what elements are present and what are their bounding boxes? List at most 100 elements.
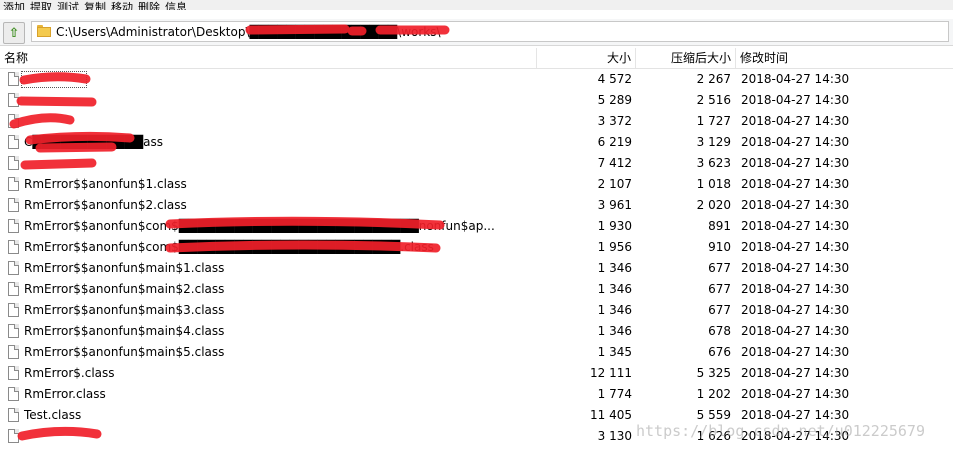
file-name: [0, 153, 537, 174]
file-size: 1 346: [597, 261, 632, 275]
file-name: RmError$$anonfun$main$1.class: [24, 261, 225, 275]
file-name: RmError$$anonfun$main$3.class: [24, 303, 225, 317]
file-packed-size: 676: [708, 345, 731, 359]
menu-add[interactable]: 添加: [3, 2, 25, 10]
file-row[interactable]: Test.class 11 405 5 559 2018-04-27 14:30: [0, 405, 953, 426]
column-header-size[interactable]: 大小: [537, 48, 636, 68]
file-packed-size: 5 325: [696, 366, 731, 380]
file-row[interactable]: RmError$$anonfun$main$5.class 1 345 676 201…: [0, 342, 953, 363]
file-name: C████████████ass: [24, 135, 163, 149]
file-row[interactable]: 3 130 1 626 2018-04-27 14:30: [0, 426, 953, 447]
file-name: RmError.class: [24, 387, 106, 401]
file-packed-size: 910: [708, 240, 731, 254]
file-size: 7 412: [597, 156, 632, 170]
file-row[interactable]: C████████████ass 6 219 3 129 2018-04-27 14:…: [0, 132, 953, 153]
address-bar: ⇧ C:\Users\Administrator\Desktop\███████…: [0, 19, 953, 46]
file-row[interactable]: RmError$$anonfun$1.class 2 107 1 018 2018-0…: [0, 174, 953, 195]
file-row[interactable]: RmError$$anonfun$main$2.class 1 346 677 201…: [0, 279, 953, 300]
file-row[interactable]: RmError$$anonfun$main$3.class 1 346 677 201…: [0, 300, 953, 321]
file-packed-size: 3 623: [696, 156, 731, 170]
path-input[interactable]: C:\Users\Administrator\Desktop\█████████…: [31, 21, 949, 42]
file-row[interactable]: RmError$.class 12 111 5 325 2018-04-27 14:3…: [0, 363, 953, 384]
file-row[interactable]: RmError$$anonfun$2.class 3 961 2 020 2018-0…: [0, 195, 953, 216]
file-name: [0, 426, 537, 447]
menu-move[interactable]: 移动: [111, 2, 133, 10]
file-modified: 2018-04-27 14:30: [741, 324, 850, 338]
file-name: RmError$$anonfun$main$2.class: [24, 282, 225, 296]
file-name: RmError$$anonfun$1.class: [24, 177, 187, 191]
file-size: 1 930: [597, 219, 632, 233]
file-row[interactable]: RmError$$anonfun$com$███████████████████…: [0, 237, 953, 258]
file-size: 11 405: [590, 408, 632, 422]
file-modified: 2018-04-27 14:30: [741, 261, 850, 275]
file-modified: 2018-04-27 14:30: [741, 387, 850, 401]
file-name: RmError$$anonfun$com$███████████████████…: [24, 219, 495, 233]
file-packed-size: 1 202: [696, 387, 731, 401]
file-modified: 2018-04-27 14:30: [741, 303, 850, 317]
column-header-modified[interactable]: 修改时间: [736, 48, 953, 68]
file-modified: 2018-04-27 14:30: [741, 240, 850, 254]
file-size: 2 107: [597, 177, 632, 191]
file-name: RmError$$anonfun$main$5.class: [24, 345, 225, 359]
menu-bar: 添加 提取 测试 复制 移动 删除 信息: [0, 0, 953, 10]
file-modified: 2018-04-27 14:30: [741, 408, 850, 422]
file-modified: 2018-04-27 14:30: [741, 156, 850, 170]
file-size: 6 219: [597, 135, 632, 149]
file-list-header: 名称 大小 压缩后大小 修改时间: [0, 48, 953, 69]
file-modified: 2018-04-27 14:30: [741, 135, 850, 149]
file-name: RmError$$anonfun$2.class: [24, 198, 187, 212]
menu-delete[interactable]: 删除: [138, 2, 160, 10]
file-packed-size: 1 727: [696, 114, 731, 128]
file-modified: 2018-04-27 14:30: [741, 177, 850, 191]
file-modified: 2018-04-27 14:30: [741, 429, 850, 443]
file-packed-size: 5 559: [696, 408, 731, 422]
up-arrow-icon: ⇧: [8, 25, 20, 41]
file-packed-size: 2 267: [696, 72, 731, 86]
file-packed-size: 677: [708, 261, 731, 275]
file-size: 5 289: [597, 93, 632, 107]
file-modified: 2018-04-27 14:30: [741, 72, 850, 86]
file-packed-size: 677: [708, 282, 731, 296]
file-row[interactable]: 3 372 1 727 2018-04-27 14:30: [0, 111, 953, 132]
file-row[interactable]: 7 412 3 623 2018-04-27 14:30: [0, 153, 953, 174]
file-name: [0, 90, 537, 111]
file-modified: 2018-04-27 14:30: [741, 345, 850, 359]
path-text: C:\Users\Administrator\Desktop\█████████…: [56, 25, 441, 39]
file-modified: 2018-04-27 14:30: [741, 114, 850, 128]
file-packed-size: 891: [708, 219, 731, 233]
column-header-packed-size[interactable]: 压缩后大小: [636, 48, 736, 68]
file-packed-size: 677: [708, 303, 731, 317]
menu-copy[interactable]: 复制: [84, 2, 106, 10]
file-row[interactable]: 4 572 2 267 2018-04-27 14:30: [0, 69, 953, 90]
up-folder-button[interactable]: ⇧: [3, 22, 25, 44]
file-name: Test.class: [24, 408, 82, 422]
file-row[interactable]: RmError$$anonfun$main$4.class 1 346 678 201…: [0, 321, 953, 342]
file-row[interactable]: 5 289 2 516 2018-04-27 14:30: [0, 90, 953, 111]
file-modified: 2018-04-27 14:30: [741, 366, 850, 380]
menu-extract[interactable]: 提取: [30, 2, 52, 10]
file-size: 3 372: [597, 114, 632, 128]
file-modified: 2018-04-27 14:30: [741, 282, 850, 296]
file-packed-size: 678: [708, 324, 731, 338]
file-name: RmError$.class: [24, 366, 115, 380]
menu-test[interactable]: 测试: [57, 2, 79, 10]
folder-icon: [37, 25, 51, 37]
file-size: 3 130: [597, 429, 632, 443]
file-size: 1 346: [597, 282, 632, 296]
file-name: RmError$$anonfun$main$4.class: [24, 324, 225, 338]
file-row[interactable]: RmError.class 1 774 1 202 2018-04-27 14:30: [0, 384, 953, 405]
file-size: 1 346: [597, 303, 632, 317]
file-name: [0, 111, 537, 132]
file-row[interactable]: RmError$$anonfun$main$1.class 1 346 677 201…: [0, 258, 953, 279]
file-packed-size: 1 626: [696, 429, 731, 443]
file-modified: 2018-04-27 14:30: [741, 219, 850, 233]
file-size: 12 111: [590, 366, 632, 380]
file-size: 4 572: [597, 72, 632, 86]
file-size: 1 346: [597, 324, 632, 338]
file-row[interactable]: RmError$$anonfun$com$███████████████████…: [0, 216, 953, 237]
menu-info[interactable]: 信息: [165, 2, 187, 10]
file-size: 1 345: [597, 345, 632, 359]
file-list: 4 572 2 267 2018-04-27 14:30 5 289 2 516 201…: [0, 69, 953, 447]
column-header-name[interactable]: 名称: [0, 48, 537, 68]
file-name: RmError$$anonfun$com$███████████████████…: [24, 240, 434, 254]
